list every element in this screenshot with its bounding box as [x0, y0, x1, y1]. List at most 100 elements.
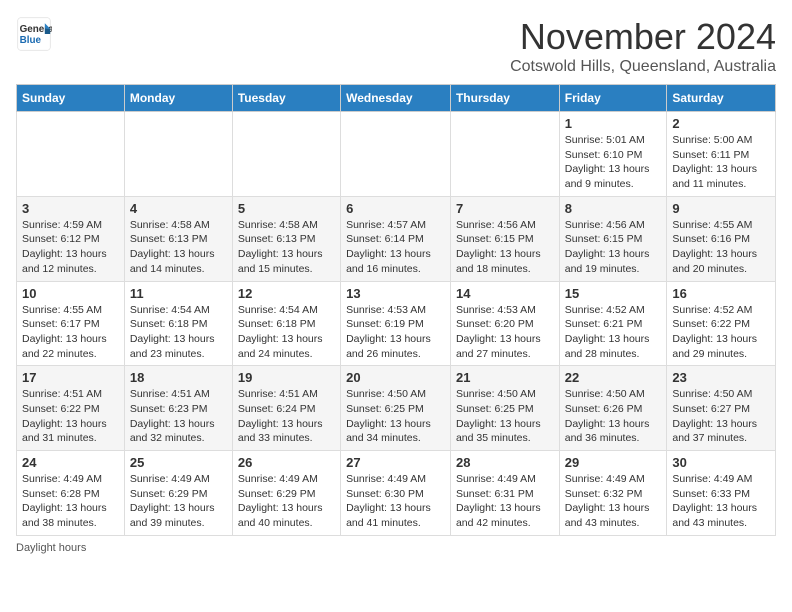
calendar-cell: 2 Sunrise: 5:00 AM Sunset: 6:11 PM Daylig… [667, 112, 776, 197]
day-number: 3 [22, 201, 119, 216]
day-number: 26 [238, 455, 335, 470]
day-info: Sunrise: 4:56 AM Sunset: 6:15 PM Dayligh… [565, 218, 662, 277]
day-header-tuesday: Tuesday [232, 85, 340, 112]
calendar-cell: 7Sunrise: 4:56 AM Sunset: 6:15 PM Daylig… [450, 196, 559, 281]
day-info: Sunrise: 4:54 AM Sunset: 6:18 PM Dayligh… [130, 303, 227, 362]
day-info: Sunrise: 4:49 AM Sunset: 6:28 PM Dayligh… [22, 472, 119, 531]
calendar-cell: 29Sunrise: 4:49 AM Sunset: 6:32 PM Dayli… [559, 451, 667, 536]
day-header-friday: Friday [559, 85, 667, 112]
day-number: 21 [456, 370, 554, 385]
svg-text:Blue: Blue [20, 35, 42, 46]
day-info: Sunrise: 4:58 AM Sunset: 6:13 PM Dayligh… [130, 218, 227, 277]
day-number: 30 [672, 455, 770, 470]
calendar-cell: 1 Sunrise: 5:01 AM Sunset: 6:10 PM Daylig… [559, 112, 667, 197]
day-info: Sunrise: 4:54 AM Sunset: 6:18 PM Dayligh… [238, 303, 335, 362]
day-info: Sunrise: 4:50 AM Sunset: 6:25 PM Dayligh… [346, 387, 445, 446]
day-number: 28 [456, 455, 554, 470]
calendar-cell: 30 Sunrise: 4:49 AM Sunset: 6:33 PM Dayli… [667, 451, 776, 536]
logo-icon: General Blue [16, 16, 52, 52]
day-number: 29 [565, 455, 662, 470]
calendar-cell [232, 112, 340, 197]
calendar-cell [17, 112, 125, 197]
day-number: 23 [672, 370, 770, 385]
week-row-1: 3Sunrise: 4:59 AM Sunset: 6:12 PM Daylig… [17, 196, 776, 281]
calendar-cell: 21 Sunrise: 4:50 AM Sunset: 6:25 PM Dayli… [450, 366, 559, 451]
day-number: 4 [130, 201, 227, 216]
day-info: Sunrise: 4:52 AM Sunset: 6:22 PM Dayligh… [672, 303, 770, 362]
day-number: 20 [346, 370, 445, 385]
day-header-sunday: Sunday [17, 85, 125, 112]
day-info: Sunrise: 4:51 AM Sunset: 6:24 PM Dayligh… [238, 387, 335, 446]
day-info: Sunrise: 5:01 AM Sunset: 6:10 PM Dayligh… [565, 133, 662, 192]
week-row-0: 1 Sunrise: 5:01 AM Sunset: 6:10 PM Daylig… [17, 112, 776, 197]
day-info: Sunrise: 5:00 AM Sunset: 6:11 PM Dayligh… [672, 133, 770, 192]
calendar-cell: 15Sunrise: 4:52 AM Sunset: 6:21 PM Dayli… [559, 281, 667, 366]
day-info: Sunrise: 4:58 AM Sunset: 6:13 PM Dayligh… [238, 218, 335, 277]
logo: General Blue [16, 16, 52, 52]
day-number: 9 [672, 201, 770, 216]
day-number: 17 [22, 370, 119, 385]
day-info: Sunrise: 4:56 AM Sunset: 6:15 PM Dayligh… [456, 218, 554, 277]
footer-note: Daylight hours [16, 542, 776, 554]
calendar-cell: 25 Sunrise: 4:49 AM Sunset: 6:29 PM Dayli… [124, 451, 232, 536]
calendar-cell: 8 Sunrise: 4:56 AM Sunset: 6:15 PM Daylig… [559, 196, 667, 281]
page-header: General Blue November 2024 Cotswold Hill… [16, 16, 776, 76]
day-number: 5 [238, 201, 335, 216]
title-block: November 2024 Cotswold Hills, Queensland… [510, 16, 776, 76]
day-info: Sunrise: 4:51 AM Sunset: 6:23 PM Dayligh… [130, 387, 227, 446]
calendar-cell: 9 Sunrise: 4:55 AM Sunset: 6:16 PM Daylig… [667, 196, 776, 281]
day-number: 11 [130, 286, 227, 301]
calendar-cell: 5 Sunrise: 4:58 AM Sunset: 6:13 PM Daylig… [232, 196, 340, 281]
day-header-wednesday: Wednesday [341, 85, 451, 112]
calendar-cell: 24 Sunrise: 4:49 AM Sunset: 6:28 PM Dayli… [17, 451, 125, 536]
day-number: 16 [672, 286, 770, 301]
calendar-cell: 23 Sunrise: 4:50 AM Sunset: 6:27 PM Dayli… [667, 366, 776, 451]
day-number: 12 [238, 286, 335, 301]
calendar-cell: 19 Sunrise: 4:51 AM Sunset: 6:24 PM Dayli… [232, 366, 340, 451]
day-header-monday: Monday [124, 85, 232, 112]
day-info: Sunrise: 4:53 AM Sunset: 6:19 PM Dayligh… [346, 303, 445, 362]
calendar-cell: 26 Sunrise: 4:49 AM Sunset: 6:29 PM Dayli… [232, 451, 340, 536]
day-info: Sunrise: 4:49 AM Sunset: 6:29 PM Dayligh… [238, 472, 335, 531]
day-info: Sunrise: 4:50 AM Sunset: 6:27 PM Dayligh… [672, 387, 770, 446]
day-number: 15 [565, 286, 662, 301]
day-number: 14 [456, 286, 554, 301]
calendar-cell: 6Sunrise: 4:57 AM Sunset: 6:14 PM Daylig… [341, 196, 451, 281]
calendar-table: SundayMondayTuesdayWednesdayThursdayFrid… [16, 84, 776, 536]
calendar-cell: 12 Sunrise: 4:54 AM Sunset: 6:18 PM Dayli… [232, 281, 340, 366]
calendar-cell: 11 Sunrise: 4:54 AM Sunset: 6:18 PM Dayli… [124, 281, 232, 366]
day-number: 13 [346, 286, 445, 301]
day-info: Sunrise: 4:49 AM Sunset: 6:31 PM Dayligh… [456, 472, 554, 531]
calendar-cell: 16 Sunrise: 4:52 AM Sunset: 6:22 PM Dayli… [667, 281, 776, 366]
day-info: Sunrise: 4:50 AM Sunset: 6:25 PM Dayligh… [456, 387, 554, 446]
day-info: Sunrise: 4:53 AM Sunset: 6:20 PM Dayligh… [456, 303, 554, 362]
day-number: 8 [565, 201, 662, 216]
day-info: Sunrise: 4:51 AM Sunset: 6:22 PM Dayligh… [22, 387, 119, 446]
day-number: 18 [130, 370, 227, 385]
calendar-cell: 4 Sunrise: 4:58 AM Sunset: 6:13 PM Daylig… [124, 196, 232, 281]
calendar-cell: 14 Sunrise: 4:53 AM Sunset: 6:20 PM Dayli… [450, 281, 559, 366]
day-info: Sunrise: 4:49 AM Sunset: 6:30 PM Dayligh… [346, 472, 445, 531]
calendar-cell [124, 112, 232, 197]
calendar-cell: 17 Sunrise: 4:51 AM Sunset: 6:22 PM Dayli… [17, 366, 125, 451]
week-row-4: 24 Sunrise: 4:49 AM Sunset: 6:28 PM Dayli… [17, 451, 776, 536]
day-header-thursday: Thursday [450, 85, 559, 112]
calendar-cell: 22Sunrise: 4:50 AM Sunset: 6:26 PM Dayli… [559, 366, 667, 451]
day-info: Sunrise: 4:49 AM Sunset: 6:29 PM Dayligh… [130, 472, 227, 531]
calendar-cell [341, 112, 451, 197]
calendar-cell: 20 Sunrise: 4:50 AM Sunset: 6:25 PM Dayli… [341, 366, 451, 451]
day-number: 25 [130, 455, 227, 470]
day-info: Sunrise: 4:50 AM Sunset: 6:26 PM Dayligh… [565, 387, 662, 446]
location-subtitle: Cotswold Hills, Queensland, Australia [510, 58, 776, 76]
day-number: 19 [238, 370, 335, 385]
day-number: 1 [565, 116, 662, 131]
day-number: 24 [22, 455, 119, 470]
day-info: Sunrise: 4:49 AM Sunset: 6:33 PM Dayligh… [672, 472, 770, 531]
calendar-cell: 3Sunrise: 4:59 AM Sunset: 6:12 PM Daylig… [17, 196, 125, 281]
day-info: Sunrise: 4:57 AM Sunset: 6:14 PM Dayligh… [346, 218, 445, 277]
day-info: Sunrise: 4:55 AM Sunset: 6:16 PM Dayligh… [672, 218, 770, 277]
calendar-cell: 27Sunrise: 4:49 AM Sunset: 6:30 PM Dayli… [341, 451, 451, 536]
calendar-cell: 28 Sunrise: 4:49 AM Sunset: 6:31 PM Dayli… [450, 451, 559, 536]
day-number: 2 [672, 116, 770, 131]
month-title: November 2024 [510, 16, 776, 58]
